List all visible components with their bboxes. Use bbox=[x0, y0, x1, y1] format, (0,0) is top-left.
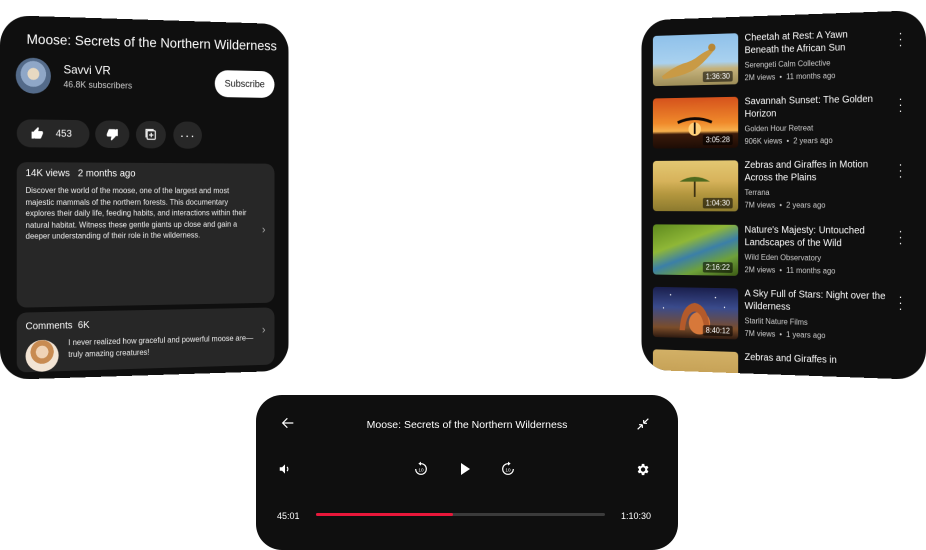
video-duration: 2:16:22 bbox=[703, 261, 733, 273]
video-list-item[interactable]: Zebras and Giraffes in bbox=[652, 349, 918, 380]
video-channel: Wild Eden Observatory bbox=[744, 252, 822, 263]
dislike-button[interactable] bbox=[95, 120, 130, 149]
forward-10-icon[interactable]: 10 bbox=[500, 461, 516, 477]
volume-icon[interactable] bbox=[278, 462, 292, 476]
comments-header: Comments 6K bbox=[26, 320, 90, 332]
video-thumbnail[interactable] bbox=[652, 349, 739, 380]
video-title[interactable]: Cheetah at Rest: A Yawn Beneath the Afri… bbox=[745, 28, 886, 57]
seek-bar[interactable] bbox=[316, 513, 605, 516]
video-duration: 3:05:28 bbox=[703, 134, 733, 146]
subscribe-button[interactable]: Subscribe bbox=[214, 70, 275, 99]
player-title: Moose: Secrets of the Northern Wildernes… bbox=[366, 419, 568, 431]
more-options-button[interactable]: ··· bbox=[173, 121, 202, 149]
like-count: 453 bbox=[55, 128, 72, 140]
video-details-panel: Moose: Secrets of the Northern Wildernes… bbox=[0, 15, 289, 380]
video-thumbnail[interactable]: 1:04:30 bbox=[652, 160, 739, 212]
video-age: 11 months ago bbox=[786, 71, 836, 82]
svg-text:10: 10 bbox=[505, 467, 511, 472]
video-duration: 8:40:12 bbox=[703, 325, 733, 337]
video-title[interactable]: Zebras and Giraffes in bbox=[745, 352, 886, 369]
more-vert-icon[interactable]: · · · bbox=[898, 157, 904, 183]
video-list-item[interactable]: 1:36:30 Cheetah at Rest: A Yawn Beneath … bbox=[652, 26, 918, 89]
more-vert-icon[interactable]: · · · bbox=[898, 224, 904, 250]
video-channel: Golden Hour Retreat bbox=[744, 123, 814, 134]
video-duration: 1:36:30 bbox=[703, 70, 733, 83]
save-button[interactable] bbox=[135, 120, 166, 149]
commenter-avatar bbox=[25, 339, 59, 373]
comments-count: 6K bbox=[77, 320, 90, 332]
view-count: 14K views bbox=[25, 168, 70, 180]
add-to-playlist-icon bbox=[144, 128, 157, 142]
video-list-item[interactable]: 1:04:30 Zebras and Giraffes in Motion Ac… bbox=[652, 157, 918, 215]
rewind-10-icon[interactable]: 10 bbox=[413, 461, 429, 477]
video-channel: Starlit Nature Films bbox=[744, 316, 808, 327]
collapse-icon[interactable] bbox=[635, 416, 651, 432]
video-title[interactable]: Nature's Majesty: Untouched Landscapes o… bbox=[745, 225, 886, 251]
video-age: 11 months ago bbox=[786, 266, 836, 276]
video-views: 2M views bbox=[744, 265, 776, 275]
video-views: 7M views bbox=[744, 200, 776, 210]
channel-name[interactable]: Savvi VR bbox=[63, 63, 110, 78]
description-card[interactable]: 14K views 2 months ago Discover the worl… bbox=[16, 162, 275, 308]
video-stats: 906K views • 2 years ago bbox=[744, 136, 833, 146]
total-time: 1:10:30 bbox=[620, 511, 651, 521]
chevron-right-icon: › bbox=[261, 222, 266, 237]
top-comment-text: I never realized how graceful and powerf… bbox=[68, 333, 254, 360]
more-vert-icon[interactable]: · · · bbox=[898, 26, 904, 52]
video-age: 2 years ago bbox=[793, 136, 833, 146]
current-time: 45:01 bbox=[277, 511, 300, 521]
video-views: 906K views bbox=[744, 136, 783, 146]
like-button[interactable]: 453 bbox=[16, 119, 90, 148]
video-title[interactable]: A Sky Full of Stars: Night over the Wild… bbox=[745, 289, 886, 316]
svg-text:10: 10 bbox=[418, 467, 424, 472]
play-icon[interactable] bbox=[458, 461, 472, 477]
video-stats: 2M views • 11 months ago bbox=[744, 71, 836, 83]
video-thumbnail[interactable]: 1:36:30 bbox=[652, 33, 739, 87]
more-vert-icon[interactable]: · · · bbox=[898, 91, 904, 117]
video-thumbnail[interactable]: 3:05:28 bbox=[652, 96, 739, 149]
channel-avatar[interactable] bbox=[15, 57, 51, 94]
video-thumbnail[interactable]: 8:40:12 bbox=[652, 286, 739, 340]
comments-label: Comments bbox=[25, 320, 73, 333]
more-vert-icon[interactable]: · · · bbox=[898, 289, 904, 315]
video-channel: Serengeti Calm Collective bbox=[744, 58, 831, 70]
video-age: 2 years ago bbox=[786, 200, 826, 210]
video-channel: Terrana bbox=[744, 188, 770, 197]
upload-age: 2 months ago bbox=[77, 168, 136, 180]
subscriber-count: 46.8K subscribers bbox=[63, 79, 133, 91]
video-title[interactable]: Savannah Sunset: The Golden Horizon bbox=[745, 94, 886, 121]
video-list-item[interactable]: 2:16:22 Nature's Majesty: Untouched Land… bbox=[652, 224, 918, 282]
video-duration: 1:04:30 bbox=[703, 197, 733, 209]
recommendations-panel: 1:36:30 Cheetah at Rest: A Yawn Beneath … bbox=[641, 10, 926, 380]
settings-icon[interactable] bbox=[635, 462, 650, 477]
description-text: Discover the world of the moose, one of … bbox=[25, 186, 247, 241]
video-stats: 7M views • 2 years ago bbox=[744, 200, 826, 210]
video-stats: 2M views • 11 months ago bbox=[744, 265, 836, 276]
description-meta: 14K views 2 months ago bbox=[26, 168, 136, 179]
thumbs-up-icon bbox=[30, 126, 44, 140]
video-thumbnail[interactable]: 2:16:22 bbox=[652, 224, 739, 276]
video-title[interactable]: Zebras and Giraffes in Motion Across the… bbox=[745, 159, 886, 184]
video-list-item[interactable]: 8:40:12 A Sky Full of Stars: Night over … bbox=[652, 286, 918, 348]
video-title: Moose: Secrets of the Northern Wildernes… bbox=[26, 30, 277, 54]
chevron-right-icon: › bbox=[261, 322, 266, 337]
video-list-item[interactable]: 3:05:28 Savannah Sunset: The Golden Hori… bbox=[652, 91, 918, 151]
thumbs-down-icon bbox=[106, 127, 119, 141]
video-views: 2M views bbox=[744, 72, 776, 83]
channel-row: Savvi VR 46.8K subscribers Subscribe bbox=[15, 57, 287, 105]
player-controls-panel: Moose: Secrets of the Northern Wildernes… bbox=[256, 395, 678, 550]
seek-bar-progress bbox=[316, 513, 454, 516]
video-stats: 7M views • 1 years ago bbox=[744, 329, 826, 341]
video-views: 7M views bbox=[744, 329, 776, 339]
video-age: 1 years ago bbox=[786, 330, 826, 341]
comments-card[interactable]: Comments 6K I never realized how gracefu… bbox=[16, 307, 275, 373]
